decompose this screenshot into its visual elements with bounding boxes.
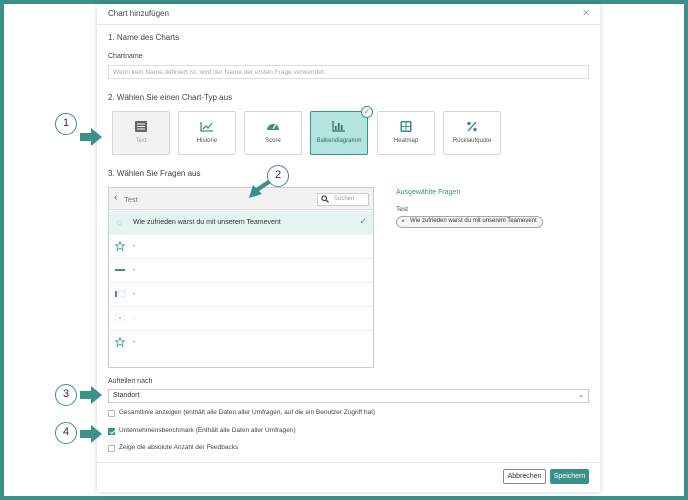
slider-icon [115,269,125,271]
section-name-title: 1. Name des Charts [108,33,180,42]
question-row[interactable]: ☺ Wie zufrieden warst du mit unserem Tea… [109,211,373,235]
choice-icon [115,290,125,298]
star-icon [115,337,125,347]
split-by-select[interactable]: Standort ⌄ [108,389,589,403]
question-text: - [133,339,136,346]
question-row[interactable]: - [109,283,373,307]
callout-1: 1 [55,113,77,135]
question-text: Wie zufrieden warst du mit unserem Teame… [133,219,281,226]
arrow-right-icon [80,128,102,146]
chart-type-label: Score [265,138,281,144]
split-by-value: Standort [113,392,140,399]
selected-group-label: Test [396,206,408,213]
chart-type-history[interactable]: Historie [178,111,236,155]
dialog-title: Chart hinzufügen [108,9,169,18]
chart-name-input[interactable]: Wenn kein Name definiert ist, wird der N… [108,65,589,79]
split-by-label: Aufteilen nach [108,378,153,385]
chevron-down-icon: ⌄ [578,392,584,399]
chart-type-label: Heatmap [393,138,419,144]
chart-type-text[interactable]: Text [112,111,170,155]
selected-questions-title: Ausgewählte Fragen [396,189,461,196]
close-icon[interactable]: × [582,5,590,20]
save-button[interactable]: Speichern [550,469,589,484]
question-text: - [133,315,136,322]
dialog-header: Chart hinzufügen × [97,4,600,25]
callout-4: 4 [55,422,77,444]
arrow-right-icon [80,425,102,443]
question-group-title: Test [124,195,138,204]
footer-divider [97,462,600,463]
chart-type-response-rate[interactable]: Rücklaufquote [443,111,501,155]
text-icon [135,121,147,132]
question-picker-panel: ‹ Test Suchen ☺ Wie zufrieden warst du m… [108,187,374,368]
history-icon [200,122,213,132]
chart-type-label: Balkendiagramm [316,138,362,144]
chart-type-label: Text [135,138,147,144]
rating-icon: ☺ [116,220,122,227]
question-row[interactable]: - [109,259,373,283]
svg-text:☺: ☺ [116,220,122,227]
heatmap-icon [400,121,412,132]
chart-type-label: Rücklaufquote [452,138,492,144]
chip-label: Wie zufrieden warst du mit unserem Teame… [410,218,537,224]
gauge-icon [267,124,279,130]
question-text: - [133,291,136,298]
chart-type-heatmap[interactable]: Heatmap [377,111,435,155]
question-row[interactable]: - [109,331,373,355]
chart-type-score[interactable]: Score [244,111,302,155]
option-label: Gesamtlinie anzeigen (enthält alle Daten… [119,409,376,416]
add-chart-dialog: Chart hinzufügen × 1. Name des Charts Ch… [97,4,600,492]
chart-name-label: Chartname [108,53,143,60]
selected-check-icon: ✓ [361,106,373,118]
row-check-icon: ✓ [359,216,367,226]
checkbox[interactable] [108,428,115,435]
question-row[interactable]: - [109,307,373,331]
bar-chart-icon [332,121,345,132]
question-text: - [133,267,136,274]
chart-type-label: Historie [196,138,218,144]
checkbox[interactable] [108,410,115,417]
percent-icon [467,121,477,132]
arrow-down-left-icon [249,180,271,198]
arrow-right-icon [80,386,102,404]
search-icon [321,195,329,203]
matrix-icon [115,313,125,323]
chart-type-bar-chart[interactable]: ✓ Balkendiagramm [310,106,373,155]
question-row[interactable]: - [109,235,373,259]
checkbox[interactable] [108,445,115,452]
question-text: - [133,243,136,250]
selected-question-chip: × Wie zufrieden warst du mit unserem Tea… [396,216,543,228]
remove-icon[interactable]: × [401,218,405,225]
option-label: Zeige die absolute Anzahl der Feedbacks [119,444,239,451]
section-questions-title: 3. Wählen Sie Fragen aus [108,169,201,178]
section-chart-type-title: 2. Wählen Sie einen Chart-Typ aus [108,93,233,102]
cancel-button[interactable]: Abbrechen [503,469,546,484]
chevron-left-icon[interactable]: ‹ [114,192,117,203]
option-label: Unternehmensbenchmark (Enthält alle Date… [119,427,296,434]
callout-3: 3 [55,384,77,406]
star-icon [115,241,125,251]
question-picker-header: ‹ Test Suchen [109,188,373,210]
